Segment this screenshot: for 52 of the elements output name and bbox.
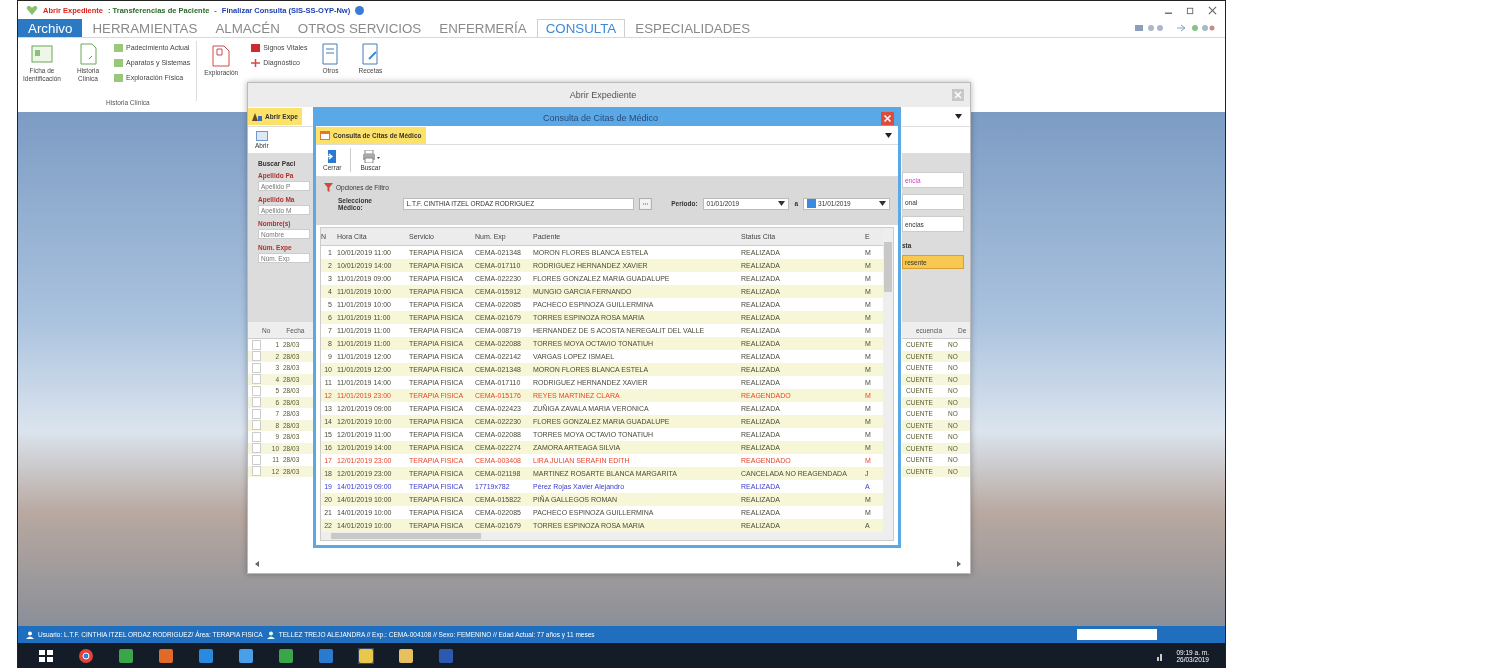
taskbar-app-icon[interactable] [398, 647, 414, 664]
dropdown-caret-icon[interactable] [955, 114, 962, 119]
taskbar-app-icon[interactable] [358, 647, 374, 664]
checkbox[interactable] [252, 339, 261, 350]
calendar-icon [807, 199, 817, 209]
printer-icon [361, 149, 380, 163]
scroll-left-icon[interactable] [254, 561, 260, 567]
filter-icon [324, 182, 333, 192]
close-icon[interactable] [1208, 5, 1217, 15]
horizontal-scrollbar[interactable] [321, 532, 883, 540]
scroll-right-icon[interactable] [956, 561, 962, 567]
checkbox[interactable] [252, 397, 261, 408]
plus-icon [251, 58, 261, 67]
file-menu-tab[interactable]: Archivo [18, 19, 83, 37]
checkbox[interactable] [252, 408, 261, 419]
patient-icon [266, 630, 275, 639]
menu-tab[interactable]: OTROS SERVICIOS [289, 19, 430, 37]
dropdown-caret-icon [778, 201, 786, 207]
app-logo-icon [26, 5, 38, 15]
menu-tab[interactable]: ESPECIALIDADES [627, 19, 759, 37]
status-input-field[interactable] [1077, 629, 1157, 640]
close-icon[interactable] [881, 111, 894, 125]
dropdown-caret-icon[interactable] [885, 132, 892, 138]
square-icon [251, 43, 261, 52]
window-icon [255, 131, 268, 141]
checkbox[interactable] [252, 374, 261, 385]
dialog-title: Abrir Expediente [569, 90, 637, 100]
dialog-title: Consulta de Citas de Médico [542, 113, 659, 124]
quick-access-icon[interactable] [1135, 24, 1165, 32]
taskbar-app-icon[interactable] [238, 647, 254, 664]
checkbox[interactable] [252, 362, 261, 373]
menu-tab[interactable]: HERRAMIENTAS [84, 19, 206, 37]
start-icon[interactable] [38, 647, 54, 664]
vertical-scrollbar[interactable] [883, 228, 893, 540]
checkbox[interactable] [252, 420, 261, 431]
user-icon [26, 630, 34, 639]
calendar-icon [320, 130, 330, 140]
checkbox[interactable] [252, 466, 261, 477]
checkbox[interactable] [252, 351, 261, 362]
browse-button[interactable] [639, 197, 653, 210]
menu-tab[interactable]: ALMACÉN [207, 19, 288, 37]
folder-icon [252, 112, 262, 121]
help-icon[interactable] [355, 5, 365, 15]
menu-tab[interactable]: CONSULTA [536, 19, 626, 37]
taskbar-app-icon[interactable] [78, 647, 94, 664]
checkbox[interactable] [252, 385, 261, 396]
checkbox[interactable] [252, 431, 261, 442]
quick-access-icon[interactable] [1175, 24, 1215, 32]
checkbox[interactable] [252, 443, 261, 454]
dropdown-caret-icon [879, 201, 886, 207]
restore-icon[interactable] [1186, 5, 1195, 15]
checkbox[interactable] [252, 454, 261, 465]
